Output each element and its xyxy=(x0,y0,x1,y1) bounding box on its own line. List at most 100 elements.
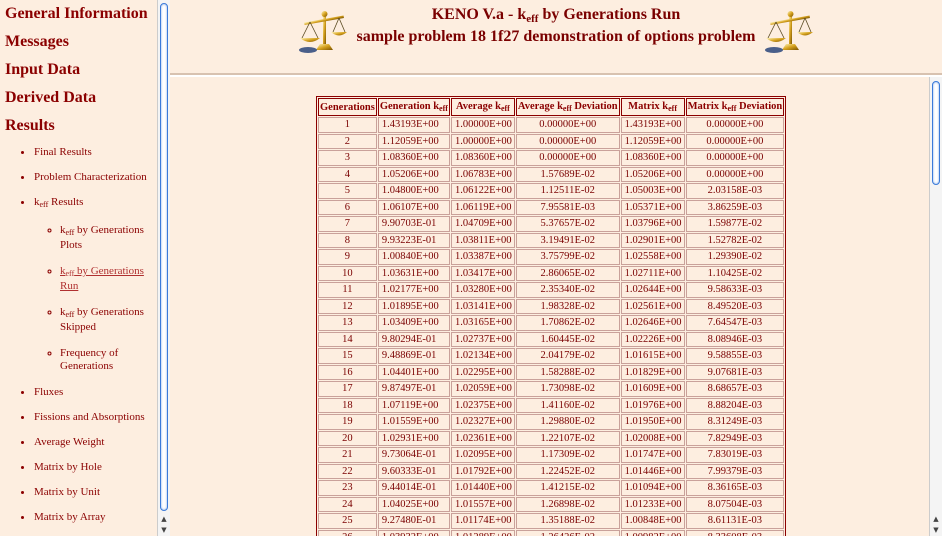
table-cell: 15 xyxy=(318,348,377,364)
table-cell: 1.52782E-02 xyxy=(685,232,785,248)
table-cell: 1.35188E-02 xyxy=(515,513,620,529)
table-row: 2 1.12059E+00 1.00000E+00 0.00000E+00 1.1205… xyxy=(318,133,785,149)
table-cell: 1.58288E-02 xyxy=(515,364,620,380)
table-cell: 1.12059E+00 xyxy=(620,133,685,149)
table-cell: 1.06107E+00 xyxy=(377,199,450,215)
table-row: 21 9.73064E-01 1.02095E+00 1.17309E-02 1.017… xyxy=(318,447,785,463)
table-cell: 8.61131E-03 xyxy=(685,513,785,529)
table-cell: 1.03409E+00 xyxy=(377,315,450,331)
table-cell: 1.03141E+00 xyxy=(450,298,515,314)
table-cell: 1.07119E+00 xyxy=(377,397,450,413)
table-cell: 2.86065E-02 xyxy=(515,265,620,281)
table-cell: 8.31249E-03 xyxy=(685,414,785,430)
table-cell: 1.02327E+00 xyxy=(450,414,515,430)
table-cell: 1.73098E-02 xyxy=(515,381,620,397)
nav-problem-characterization[interactable]: Problem Characterization xyxy=(33,171,157,184)
table-cell: 9 xyxy=(318,249,377,265)
table-body: 1 1.43193E+00 1.00000E+00 0.00000E+00 1.4319… xyxy=(318,117,785,536)
nav-keff-results[interactable]: keff Results keff by Generations Plots k… xyxy=(33,196,157,373)
nav-matrix-by-unit[interactable]: Matrix by Unit xyxy=(33,486,157,499)
table-cell: 0.00000E+00 xyxy=(685,166,785,182)
table-cell: 1.98328E-02 xyxy=(515,298,620,314)
table-cell: 22 xyxy=(318,463,377,479)
table-cell: 1.02644E+00 xyxy=(620,282,685,298)
nav-final-results[interactable]: Final Results xyxy=(33,146,157,159)
nav-average-weight[interactable]: Average Weight xyxy=(33,436,157,449)
table-cell: 1.43193E+00 xyxy=(620,117,685,133)
table-cell: 1.01094E+00 xyxy=(620,480,685,496)
nav-results[interactable]: Results xyxy=(0,112,157,140)
nav-frequency-of-generations[interactable]: Frequency of Generations xyxy=(60,347,157,373)
table-row: 23 9.44014E-01 1.01440E+00 1.41215E-02 1.010… xyxy=(318,480,785,496)
table-cell: 0.00000E+00 xyxy=(685,133,785,149)
table-cell: 1.02226E+00 xyxy=(620,331,685,347)
table-cell: 2.35340E-02 xyxy=(515,282,620,298)
table-cell: 1.03280E+00 xyxy=(450,282,515,298)
content-scroll-arrows-icon[interactable]: ▲ ▼ xyxy=(930,514,942,536)
table-cell: 1.08360E+00 xyxy=(377,150,450,166)
table-cell: 14 xyxy=(318,331,377,347)
table-cell: 8 xyxy=(318,232,377,248)
table-cell: 1.02901E+00 xyxy=(620,232,685,248)
content-scrollbar[interactable]: ▲ ▼ xyxy=(929,77,942,536)
table-cell: 1.00848E+00 xyxy=(620,513,685,529)
table-cell: 1.12511E-02 xyxy=(515,183,620,199)
table-cell: 2.03158E-03 xyxy=(685,183,785,199)
table-cell: 1.05371E+00 xyxy=(620,199,685,215)
nav-matrix-by-hole[interactable]: Matrix by Hole xyxy=(33,461,157,474)
nav-scrollbar[interactable]: ▲ ▼ xyxy=(157,0,170,536)
table-row: 1 1.43193E+00 1.00000E+00 0.00000E+00 1.4319… xyxy=(318,117,785,133)
table-row: 22 9.60333E-01 1.01792E+00 1.22452E-02 1.014… xyxy=(318,463,785,479)
table-cell: 1.02134E+00 xyxy=(450,348,515,364)
column-header: Average keff xyxy=(450,98,515,116)
table-cell: 9.93223E-01 xyxy=(377,232,450,248)
nav-scrollbar-thumb[interactable] xyxy=(160,3,168,511)
table-cell: 5 xyxy=(318,183,377,199)
navigation-frame: General Information Messages Input Data … xyxy=(0,0,157,536)
nav-keff-generations-plots[interactable]: keff by Generations Plots xyxy=(60,224,157,252)
table-cell: 7.99379E-03 xyxy=(685,463,785,479)
table-cell: 24 xyxy=(318,496,377,512)
page-subtitle: sample problem 18 1f27 demonstration of … xyxy=(356,28,756,45)
nav-fissions-absorptions[interactable]: Fissions and Absorptions xyxy=(33,411,157,424)
table-cell: 9.58633E-03 xyxy=(685,282,785,298)
table-cell: 2.04179E-02 xyxy=(515,348,620,364)
table-cell: 1.02931E+00 xyxy=(377,430,450,446)
nav-derived-data[interactable]: Derived Data xyxy=(0,84,157,112)
table-cell: 8.33608E-03 xyxy=(685,529,785,536)
nav-matrix-by-array[interactable]: Matrix by Array xyxy=(33,511,157,524)
nav-input-data[interactable]: Input Data xyxy=(0,56,157,84)
table-row: 25 9.27480E-01 1.01174E+00 1.35188E-02 1.008… xyxy=(318,513,785,529)
table-cell: 1.04800E+00 xyxy=(377,183,450,199)
table-cell: 1.00840E+00 xyxy=(377,249,450,265)
table-cell: 1.10425E-02 xyxy=(685,265,785,281)
nav-keff-generations-run[interactable]: keff by Generations Run xyxy=(60,265,157,293)
table-cell: 1.02295E+00 xyxy=(450,364,515,380)
table-cell: 1.02711E+00 xyxy=(620,265,685,281)
table-cell: 1.05003E+00 xyxy=(620,183,685,199)
nav-messages[interactable]: Messages xyxy=(0,28,157,56)
table-cell: 9.07681E-03 xyxy=(685,364,785,380)
table-cell: 1.02008E+00 xyxy=(620,430,685,446)
table-cell: 1.01559E+00 xyxy=(377,414,450,430)
scales-of-justice-icon xyxy=(765,11,813,53)
table-cell: 7.64547E-03 xyxy=(685,315,785,331)
table-cell: 9.87497E-01 xyxy=(377,381,450,397)
content-scrollbar-thumb[interactable] xyxy=(932,81,940,185)
table-cell: 1.02177E+00 xyxy=(377,282,450,298)
table-cell: 11 xyxy=(318,282,377,298)
nav-keff-generations-skipped[interactable]: keff by Generations Skipped xyxy=(60,306,157,334)
table-cell: 1.02361E+00 xyxy=(450,430,515,446)
table-cell: 9.27480E-01 xyxy=(377,513,450,529)
nav-general-information[interactable]: General Information xyxy=(0,0,157,28)
nav-scroll-arrows-icon[interactable]: ▲ ▼ xyxy=(158,514,170,536)
nav-fluxes[interactable]: Fluxes xyxy=(33,386,157,399)
table-cell: 1.12059E+00 xyxy=(377,133,450,149)
table-cell: 0.00000E+00 xyxy=(515,117,620,133)
table-cell: 18 xyxy=(318,397,377,413)
table-row: 13 1.03409E+00 1.03165E+00 1.70862E-02 1.026… xyxy=(318,315,785,331)
table-cell: 1.02059E+00 xyxy=(450,381,515,397)
table-cell: 1.01440E+00 xyxy=(450,480,515,496)
table-cell: 1.60445E-02 xyxy=(515,331,620,347)
table-cell: 10 xyxy=(318,265,377,281)
